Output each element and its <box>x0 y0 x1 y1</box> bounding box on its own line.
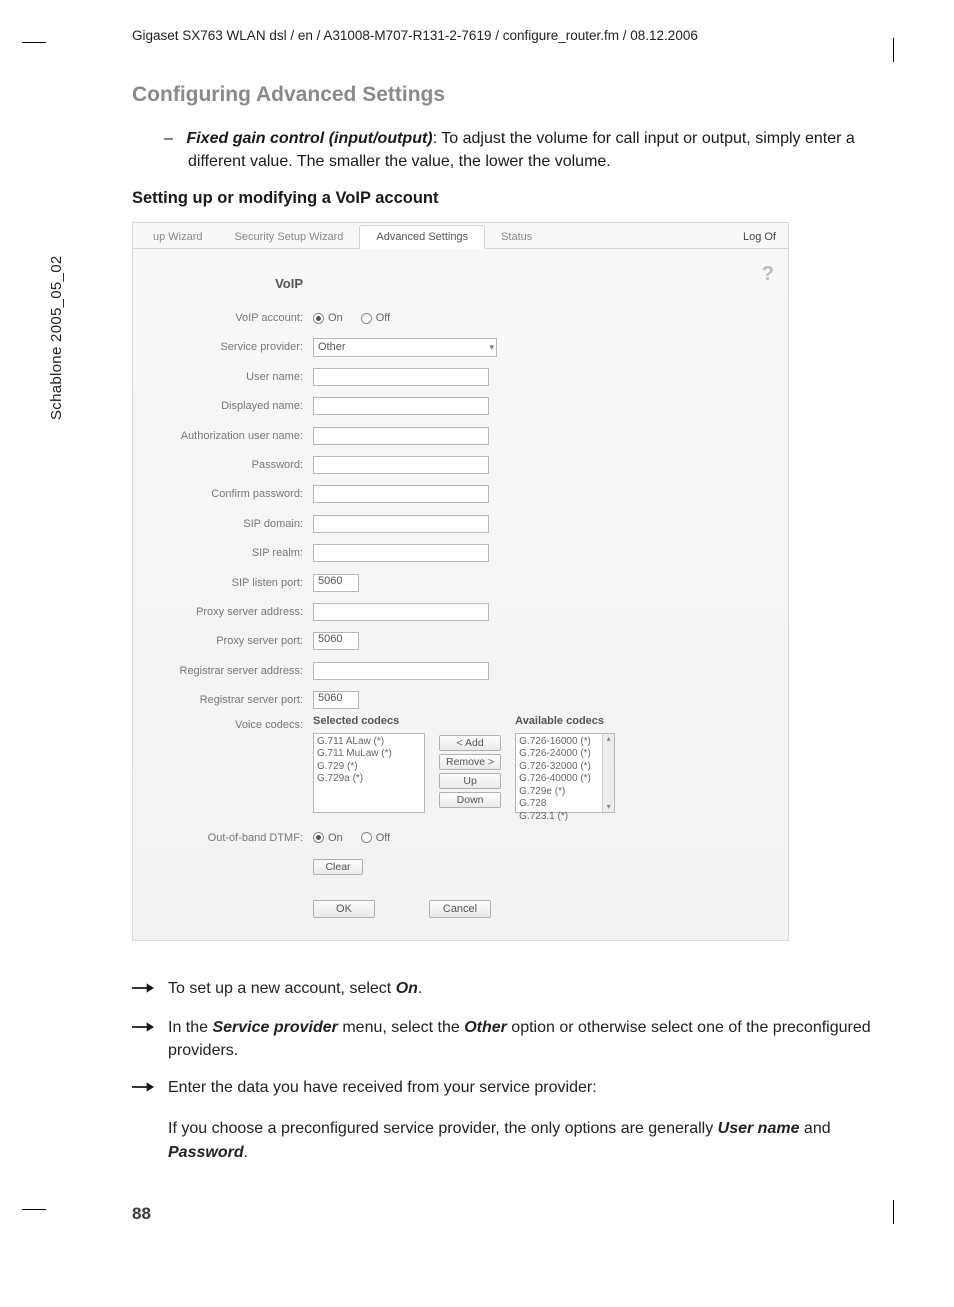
arrow-icon <box>132 1016 156 1062</box>
registrar-port-input[interactable]: 5060 <box>313 691 359 709</box>
label-proxy-address: Proxy server address: <box>151 597 303 626</box>
password-input[interactable] <box>313 456 489 474</box>
proxy-port-input[interactable]: 5060 <box>313 632 359 650</box>
section-heading-voip: VoIP <box>151 263 303 303</box>
list-item[interactable]: G.711 MuLaw (*) <box>317 748 421 761</box>
label-displayed-name: Displayed name: <box>151 392 303 421</box>
oob-dtmf-radios: On Off <box>313 823 770 852</box>
radio-voip-on[interactable]: On <box>313 312 343 324</box>
available-codecs-heading: Available codecs <box>515 715 615 727</box>
list-item[interactable]: G.729 (*) <box>317 761 421 774</box>
tab-security-wizard[interactable]: Security Setup Wizard <box>219 226 360 248</box>
list-item[interactable]: G.729e (*) <box>519 786 611 799</box>
tab-status[interactable]: Status <box>485 226 548 248</box>
sip-domain-input[interactable] <box>313 515 489 533</box>
list-item[interactable]: G.726-40000 (*) <box>519 773 611 786</box>
radio-dtmf-on[interactable]: On <box>313 832 343 844</box>
move-down-button[interactable]: Down <box>439 792 501 808</box>
move-up-button[interactable]: Up <box>439 773 501 789</box>
auth-user-input[interactable] <box>313 427 489 445</box>
list-item[interactable]: G.723.1 (*) <box>519 811 611 824</box>
label-registrar-address: Registrar server address: <box>151 656 303 685</box>
label-proxy-port: Proxy server port: <box>151 627 303 656</box>
selected-codecs-heading: Selected codecs <box>313 715 425 727</box>
list-item[interactable]: G.726-16000 (*) <box>519 736 611 749</box>
page-number: 88 <box>132 1204 884 1224</box>
label-service-provider: Service provider: <box>151 333 303 362</box>
header-meta-line: Gigaset SX763 WLAN dsl / en / A31008-M70… <box>132 24 884 49</box>
crop-mark <box>893 1200 894 1224</box>
label-password: Password: <box>151 450 303 479</box>
instruction-item: Enter the data you have received from yo… <box>132 1076 884 1101</box>
label-confirm-password: Confirm password: <box>151 480 303 509</box>
service-provider-select[interactable]: Other ▾ <box>313 338 497 357</box>
label-voip-account: VoIP account: <box>151 303 303 332</box>
label-registrar-port: Registrar server port: <box>151 685 303 714</box>
label-auth-user: Authorization user name: <box>151 421 303 450</box>
list-item[interactable]: G.728 <box>519 798 611 811</box>
subheading-voip-account: Setting up or modifying a VoIP account <box>132 189 884 208</box>
crop-mark <box>22 1209 46 1210</box>
registrar-address-input[interactable] <box>313 662 489 680</box>
selected-codecs-listbox[interactable]: G.711 ALaw (*) G.711 MuLaw (*) G.729 (*)… <box>313 733 425 813</box>
list-item[interactable]: G.726-32000 (*) <box>519 761 611 774</box>
clear-button[interactable]: Clear <box>313 859 363 875</box>
scrollbar[interactable]: ▴▾ <box>602 734 614 812</box>
list-item[interactable]: G.726-24000 (*) <box>519 748 611 761</box>
label-sip-domain: SIP domain: <box>151 509 303 538</box>
user-name-input[interactable] <box>313 368 489 386</box>
tab-bar: up Wizard Security Setup Wizard Advanced… <box>133 223 788 249</box>
arrow-icon <box>132 977 156 1002</box>
help-icon[interactable]: ? <box>762 263 774 286</box>
router-ui-screenshot: up Wizard Security Setup Wizard Advanced… <box>132 222 789 940</box>
tab-setup-wizard[interactable]: up Wizard <box>137 226 219 248</box>
available-codecs-listbox[interactable]: G.726-16000 (*) G.726-24000 (*) G.726-32… <box>515 733 615 813</box>
instruction-subtext: If you choose a preconfigured service pr… <box>168 1117 884 1163</box>
arrow-icon <box>132 1076 156 1101</box>
chevron-down-icon: ▾ <box>489 342 494 353</box>
radio-voip-off[interactable]: Off <box>361 312 390 324</box>
voip-account-radios: On Off <box>313 303 770 332</box>
template-side-label: Schablone 2005_05_02 <box>48 256 65 420</box>
sip-listen-port-input[interactable]: 5060 <box>313 574 359 592</box>
displayed-name-input[interactable] <box>313 397 489 415</box>
cancel-button[interactable]: Cancel <box>429 900 491 918</box>
page-title: Configuring Advanced Settings <box>132 83 884 107</box>
label-voice-codecs: Voice codecs: <box>151 715 303 735</box>
instruction-item: In the Service provider menu, select the… <box>132 1016 884 1062</box>
confirm-password-input[interactable] <box>313 485 489 503</box>
list-item[interactable]: G.711 ALaw (*) <box>317 736 421 749</box>
proxy-address-input[interactable] <box>313 603 489 621</box>
label-sip-realm: SIP realm: <box>151 539 303 568</box>
logoff-link[interactable]: Log Of <box>731 226 788 248</box>
add-codec-button[interactable]: < Add <box>439 735 501 751</box>
label-sip-listen-port: SIP listen port: <box>151 568 303 597</box>
paragraph-fixed-gain: – Fixed gain control (input/output): To … <box>132 127 884 173</box>
tab-advanced-settings[interactable]: Advanced Settings <box>359 225 485 249</box>
list-item[interactable]: G.729a (*) <box>317 773 421 786</box>
sip-realm-input[interactable] <box>313 544 489 562</box>
crop-mark <box>893 38 894 62</box>
ok-button[interactable]: OK <box>313 900 375 918</box>
radio-dtmf-off[interactable]: Off <box>361 832 390 844</box>
label-user-name: User name: <box>151 362 303 391</box>
instruction-item: To set up a new account, select On. <box>132 977 884 1002</box>
label-oob-dtmf: Out-of-band DTMF: <box>151 823 303 852</box>
remove-codec-button[interactable]: Remove > <box>439 754 501 770</box>
crop-mark <box>22 42 46 43</box>
